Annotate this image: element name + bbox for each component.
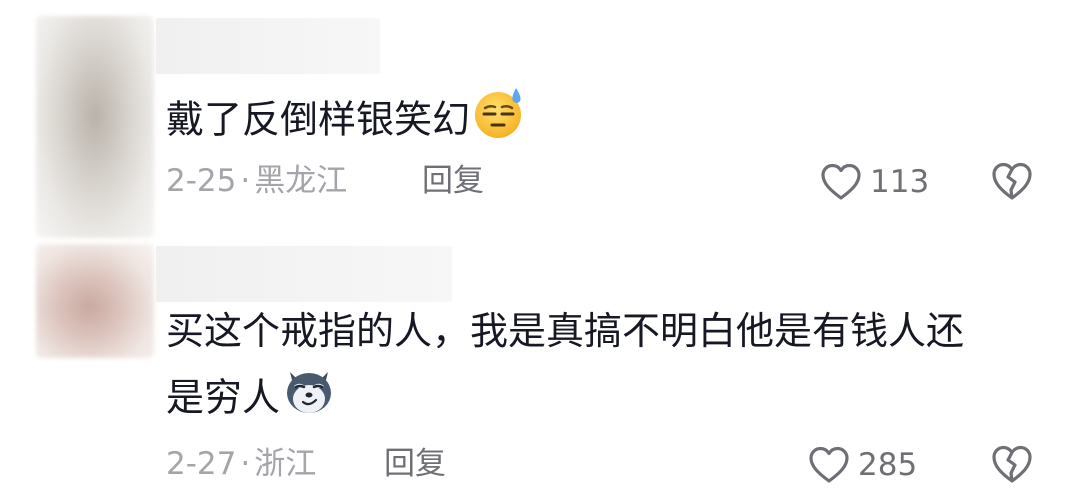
heart-outline-icon [821, 163, 861, 200]
heart-outline-icon [809, 446, 849, 483]
comment-meta: 2-27 · 浙江 [166, 444, 316, 484]
like-button[interactable]: 285 [808, 443, 917, 487]
smug-husky-emoji [282, 364, 336, 436]
dislike-button[interactable] [990, 443, 1034, 489]
comment-text-line-1: 买这个戒指的人，我是真搞不明白他是有钱人还 [166, 309, 965, 353]
reply-button[interactable]: 回复 [422, 161, 484, 201]
comment-meta: 2-25 · 黑龙江 [166, 161, 347, 201]
comment-text-content: 是穷人 [166, 375, 281, 420]
like-button[interactable]: 113 [820, 160, 929, 204]
comment-text-content: 戴了反倒样银笑幻 [166, 97, 471, 142]
comment-text: 戴了反倒样银笑幻 [166, 86, 526, 158]
meta-separator: · [240, 446, 251, 482]
username-redacted[interactable] [156, 246, 452, 302]
sweat-face-emoji [472, 86, 526, 158]
comment-text-line-2: 是穷人 [166, 364, 336, 436]
broken-heart-icon [992, 445, 1032, 483]
comment-location: 浙江 [254, 446, 317, 482]
like-count: 113 [870, 164, 930, 200]
dislike-button[interactable] [990, 160, 1034, 206]
reply-button[interactable]: 回复 [384, 444, 446, 484]
comment-date: 2-27 [166, 446, 237, 482]
broken-heart-icon [992, 162, 1032, 200]
comment-location: 黑龙江 [254, 163, 348, 199]
meta-separator: · [240, 163, 251, 199]
username-redacted[interactable] [156, 18, 380, 74]
like-count: 285 [858, 447, 918, 483]
comment-date: 2-25 [166, 163, 237, 199]
avatar[interactable] [36, 244, 154, 358]
avatar[interactable] [36, 16, 154, 238]
